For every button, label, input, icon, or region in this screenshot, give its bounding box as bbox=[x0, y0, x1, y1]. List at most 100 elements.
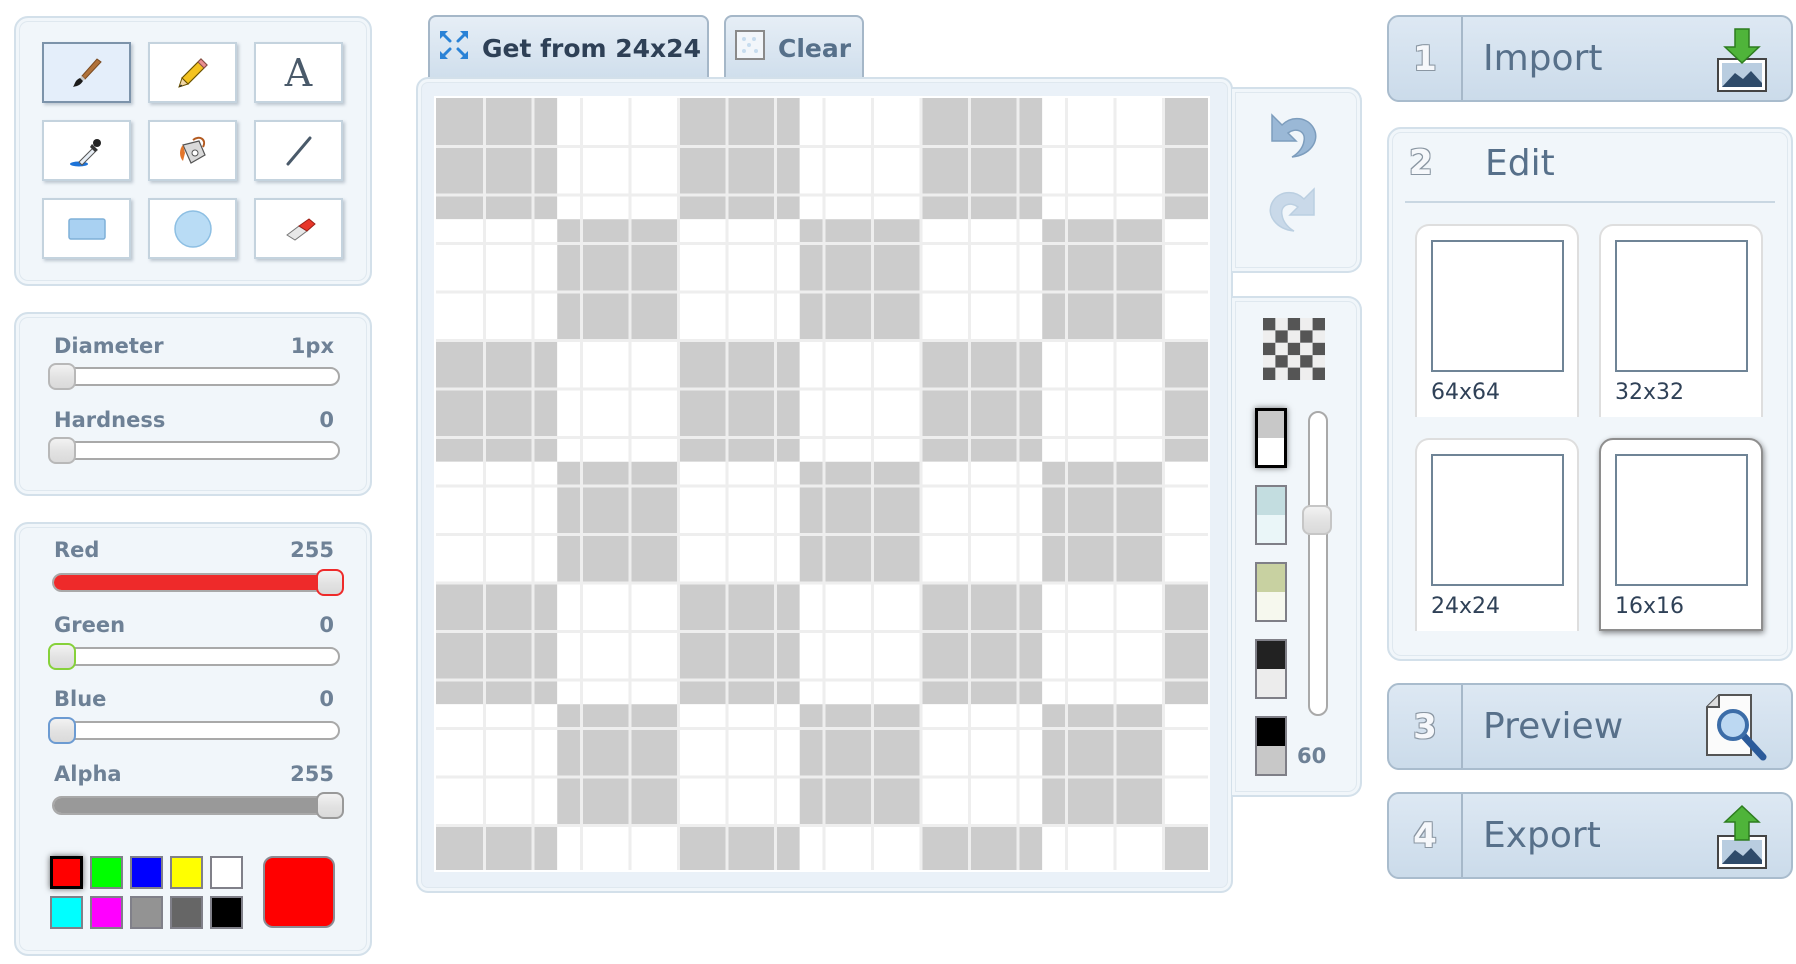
diameter-slider[interactable] bbox=[48, 363, 340, 390]
tool-line-button[interactable] bbox=[254, 120, 343, 181]
pencil-icon bbox=[173, 53, 213, 93]
background-swatch[interactable] bbox=[1255, 716, 1287, 776]
palette-swatch[interactable] bbox=[170, 896, 203, 929]
hardness-slider-thumb[interactable] bbox=[48, 437, 76, 464]
size-label: 24x24 bbox=[1431, 594, 1501, 619]
red-value: 255 bbox=[290, 538, 334, 562]
mini-checker-cell bbox=[1287, 367, 1301, 380]
palette-swatch[interactable] bbox=[50, 856, 83, 889]
mini-checker-cell bbox=[1300, 318, 1313, 331]
tool-ellipse-button[interactable] bbox=[148, 198, 237, 259]
size-card-32x32[interactable]: 32x32 bbox=[1599, 224, 1763, 417]
alpha-slider[interactable] bbox=[52, 792, 344, 819]
background-swatch[interactable] bbox=[1255, 485, 1287, 545]
palette-swatch[interactable] bbox=[90, 896, 123, 929]
green-slider[interactable] bbox=[48, 643, 340, 670]
mini-checker-cell bbox=[1300, 330, 1313, 343]
grid-opacity-slider[interactable] bbox=[1302, 411, 1332, 716]
alpha-label: Alpha bbox=[54, 762, 122, 786]
eyedropper-icon bbox=[67, 131, 107, 171]
paintbrush-icon bbox=[67, 53, 107, 93]
ellipse-icon bbox=[172, 208, 214, 250]
checkerboard-background-button[interactable] bbox=[1263, 318, 1325, 384]
tool-rectangle-button[interactable] bbox=[42, 198, 131, 259]
tool-pencil-button[interactable] bbox=[148, 42, 237, 103]
preview-magnifier-icon bbox=[1703, 693, 1769, 767]
blue-label: Blue bbox=[54, 687, 107, 711]
resize-arrows-icon bbox=[438, 29, 470, 67]
clear-button[interactable]: Clear bbox=[724, 15, 864, 79]
current-color-preview[interactable] bbox=[263, 856, 335, 928]
red-slider[interactable] bbox=[52, 569, 344, 596]
swatch-bottom-color bbox=[1257, 592, 1285, 620]
mini-checker-cell bbox=[1263, 342, 1276, 356]
pixel-canvas[interactable] bbox=[434, 96, 1210, 872]
mini-checker-cell bbox=[1287, 342, 1301, 356]
blue-slider[interactable] bbox=[48, 717, 340, 744]
preview-button[interactable]: 3 Preview bbox=[1387, 683, 1793, 770]
grid-opacity-slider-thumb[interactable] bbox=[1302, 505, 1332, 535]
brush-settings-panel: Diameter 1px Hardness 0 bbox=[14, 312, 372, 496]
history-panel bbox=[1232, 87, 1362, 273]
mini-checker-cell bbox=[1275, 355, 1288, 368]
blue-slider-thumb[interactable] bbox=[48, 717, 76, 744]
undo-icon bbox=[1262, 113, 1324, 167]
mini-checker-cell bbox=[1312, 367, 1325, 380]
get-from-24x24-button[interactable]: Get from 24x24 bbox=[428, 15, 709, 79]
export-label: Export bbox=[1483, 815, 1601, 856]
tool-fill-button[interactable] bbox=[148, 120, 237, 181]
checkerboard-icon bbox=[1263, 318, 1325, 384]
size-card-64x64[interactable]: 64x64 bbox=[1415, 224, 1579, 417]
tool-eyedropper-button[interactable] bbox=[42, 120, 131, 181]
mini-checker-cell bbox=[1312, 318, 1325, 331]
green-slider-thumb[interactable] bbox=[48, 643, 76, 670]
diameter-slider-thumb[interactable] bbox=[48, 363, 76, 390]
background-swatch[interactable] bbox=[1255, 639, 1287, 699]
size-card-16x16[interactable]: 16x16 bbox=[1599, 438, 1763, 631]
palette-swatch[interactable] bbox=[90, 856, 123, 889]
mini-checker-cell bbox=[1275, 330, 1288, 343]
get-from-label: Get from 24x24 bbox=[482, 33, 701, 63]
tool-brush-button[interactable] bbox=[42, 42, 131, 103]
hardness-slider[interactable] bbox=[48, 437, 340, 464]
red-label: Red bbox=[54, 538, 100, 562]
background-swatch[interactable] bbox=[1255, 562, 1287, 622]
export-button[interactable]: 4 Export bbox=[1387, 792, 1793, 879]
alpha-slider-thumb[interactable] bbox=[316, 792, 344, 819]
palette-swatch[interactable] bbox=[50, 896, 83, 929]
edit-label: Edit bbox=[1485, 143, 1555, 184]
redo-button[interactable] bbox=[1262, 179, 1324, 241]
icon-thumbnail bbox=[1431, 454, 1564, 586]
mini-checker-cell bbox=[1275, 367, 1288, 380]
palette-swatch[interactable] bbox=[130, 896, 163, 929]
mini-checker-cell bbox=[1275, 342, 1288, 356]
step-number-3: 3 bbox=[1389, 685, 1463, 768]
background-swatch[interactable] bbox=[1255, 408, 1287, 468]
undo-button[interactable] bbox=[1262, 105, 1324, 167]
mini-checker-cell bbox=[1263, 318, 1276, 331]
size-label: 32x32 bbox=[1615, 380, 1685, 405]
swatch-bottom-color bbox=[1257, 515, 1285, 543]
swatch-bottom-color bbox=[1258, 438, 1284, 465]
size-card-24x24[interactable]: 24x24 bbox=[1415, 438, 1579, 631]
palette-swatch[interactable] bbox=[210, 856, 243, 889]
size-label: 64x64 bbox=[1431, 380, 1501, 405]
icon-thumbnail bbox=[1615, 454, 1748, 586]
redo-icon bbox=[1262, 187, 1324, 241]
mini-checker-cell bbox=[1263, 367, 1276, 380]
diameter-value: 1px bbox=[290, 334, 334, 358]
green-label: Green bbox=[54, 613, 126, 637]
green-value: 0 bbox=[319, 613, 334, 637]
swatch-top-color bbox=[1258, 411, 1284, 438]
tool-eraser-button[interactable] bbox=[254, 198, 343, 259]
alpha-slider-fill bbox=[54, 798, 338, 813]
palette-swatch[interactable] bbox=[210, 896, 243, 929]
tool-text-button[interactable]: A bbox=[254, 42, 343, 103]
palette-swatch[interactable] bbox=[130, 856, 163, 889]
import-button[interactable]: 1 Import bbox=[1387, 15, 1793, 102]
palette-swatch[interactable] bbox=[170, 856, 203, 889]
red-slider-thumb[interactable] bbox=[316, 569, 344, 596]
mini-checker-cell bbox=[1287, 318, 1301, 331]
swatch-bottom-color bbox=[1257, 746, 1285, 774]
eraser-icon bbox=[279, 209, 319, 249]
